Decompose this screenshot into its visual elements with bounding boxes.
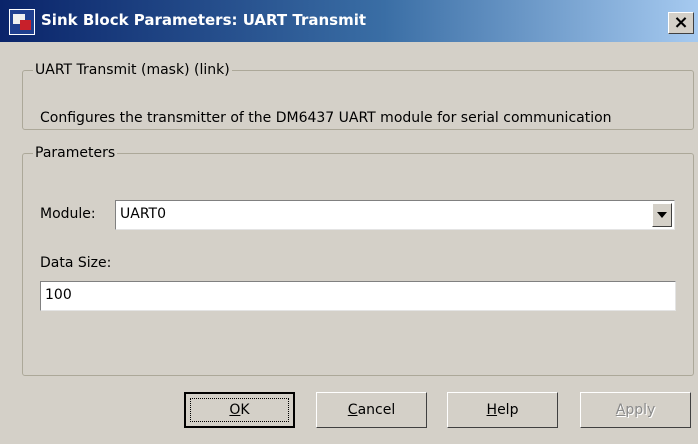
description-text: Configures the transmitter of the DM6437… [40,110,612,126]
module-select-value: UART0 [120,206,166,222]
data-size-label: Data Size: [40,255,112,271]
simulink-block-icon [9,9,35,35]
parameters-group: Parameters Module: UART0 Data Size: 100 [22,145,694,376]
apply-mnemonic: A [615,402,626,418]
module-dropdown-button[interactable] [652,203,672,227]
parameters-legend: Parameters [35,145,116,161]
cancel-label-rest: ancel [357,402,396,418]
cancel-button[interactable]: Cancel [316,392,427,428]
help-label-rest: elp [497,402,519,418]
ok-button[interactable]: OK [184,392,295,428]
help-button[interactable]: Help [447,392,558,428]
close-icon: × [673,12,689,33]
module-select[interactable]: UART0 [115,200,675,230]
chevron-down-icon [657,212,667,218]
data-size-field[interactable]: 100 [40,281,676,311]
apply-button[interactable]: Apply [580,392,691,428]
window-title: Sink Block Parameters: UART Transmit [41,11,367,29]
close-button[interactable]: × [668,12,694,34]
title-bar: Sink Block Parameters: UART Transmit × [0,0,698,42]
apply-label-rest: pply [625,402,656,418]
description-legend: UART Transmit (mask) (link) [35,62,230,78]
description-group: UART Transmit (mask) (link) Configures t… [22,62,694,130]
module-label: Module: [40,206,96,222]
focus-rect [190,398,289,422]
help-mnemonic: H [486,402,498,418]
cancel-mnemonic: C [347,402,358,418]
